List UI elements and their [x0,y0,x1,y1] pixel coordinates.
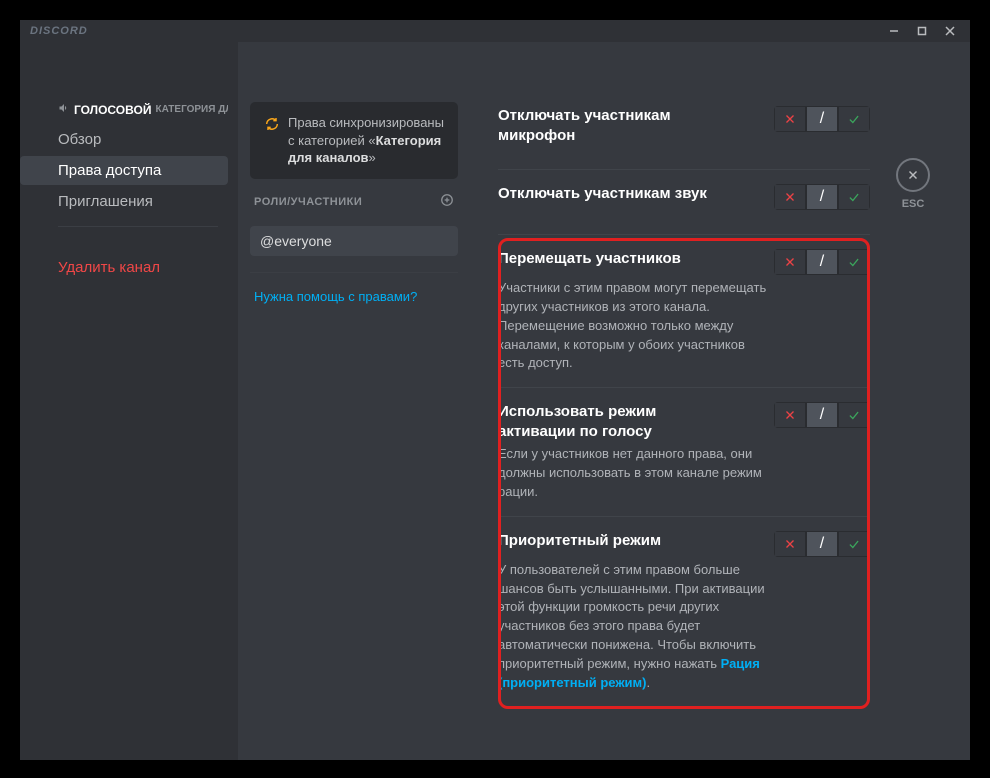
allow-icon[interactable] [838,106,870,132]
nav-invites[interactable]: Приглашения [20,187,228,216]
neutral-icon[interactable]: / [806,402,838,428]
perm-toggle[interactable]: / [774,402,870,428]
settings-sidebar: ГОЛОСОВОЙ КАТЕГОРИЯ ДЛ... Обзор Права до… [20,42,238,760]
roles-header-label: РОЛИ/УЧАСТНИКИ [254,196,362,208]
allow-icon[interactable] [838,531,870,557]
nav-overview[interactable]: Обзор [20,125,228,154]
sync-text: Права синхронизированы с категорией «Кат… [288,114,444,167]
close-window-button[interactable] [936,21,964,41]
allow-icon[interactable] [838,184,870,210]
deny-icon[interactable] [774,184,806,210]
perm-toggle[interactable]: / [774,249,870,275]
perm-mute-members: Отключать участникам микрофон / [498,92,870,149]
window-frame: DISCORD ГОЛОСОВОЙ КАТЕГОРИЯ ДЛ... Обзор … [20,20,970,760]
deny-icon[interactable] [774,402,806,428]
channel-header: ГОЛОСОВОЙ КАТЕГОРИЯ ДЛ... [20,102,228,125]
perm-desc: Если у участников нет данного права, они… [498,445,870,516]
neutral-icon[interactable]: / [806,249,838,275]
neutral-icon[interactable]: / [806,184,838,210]
allow-icon[interactable] [838,402,870,428]
sync-status-box: Права синхронизированы с категорией «Кат… [250,102,458,179]
neutral-icon[interactable]: / [806,106,838,132]
perm-desc: Участники с этим правом могут перемещать… [498,279,870,387]
perm-title: Перемещать участников [498,249,681,269]
perm-title: Отключать участникам звук [498,184,707,204]
channel-category: КАТЕГОРИЯ ДЛ... [155,104,228,115]
channel-name: ГОЛОСОВОЙ [74,103,151,117]
deny-icon[interactable] [774,106,806,132]
minimize-button[interactable] [880,21,908,41]
perm-title: Отключать участникам микрофон [498,106,728,145]
titlebar: DISCORD [20,20,970,42]
neutral-icon[interactable]: / [806,531,838,557]
close-settings[interactable]: ESC [896,158,930,210]
roles-header: РОЛИ/УЧАСТНИКИ [250,193,458,212]
esc-label: ESC [902,198,925,210]
allow-icon[interactable] [838,249,870,275]
perm-toggle[interactable]: / [774,531,870,557]
volume-icon [58,102,70,117]
deny-icon[interactable] [774,249,806,275]
help-link[interactable]: Нужна помощь с правами? [250,289,458,304]
perm-toggle[interactable]: / [774,106,870,132]
perm-priority-speaker: Приоритетный режим / [498,517,870,561]
sidebar-divider [58,226,218,227]
permissions-panel: Отключать участникам микрофон / Отключат… [470,42,970,760]
nav-permissions[interactable]: Права доступа [20,156,228,185]
perm-deafen-members: Отключать участникам звук / [498,170,870,214]
perm-title: Использовать режим активации по голосу [498,402,728,441]
sync-icon [264,116,280,167]
perm-move-members: Перемещать участников / [498,235,870,279]
nav-delete-channel[interactable]: Удалить канал [20,253,228,282]
perm-desc: У пользователей с этим правом больше шан… [498,561,870,707]
maximize-button[interactable] [908,21,936,41]
perm-toggle[interactable]: / [774,184,870,210]
app-title: DISCORD [30,25,88,37]
add-role-icon[interactable] [440,193,454,212]
app-body: ГОЛОСОВОЙ КАТЕГОРИЯ ДЛ... Обзор Права до… [20,42,970,760]
deny-icon[interactable] [774,531,806,557]
mid-divider [250,272,458,273]
role-everyone[interactable]: @everyone [250,226,458,256]
perm-voice-activity: Использовать режим активации по голосу / [498,388,870,445]
perm-title: Приоритетный режим [498,531,661,551]
roles-column: Права синхронизированы с категорией «Кат… [238,42,470,760]
close-icon[interactable] [896,158,930,192]
